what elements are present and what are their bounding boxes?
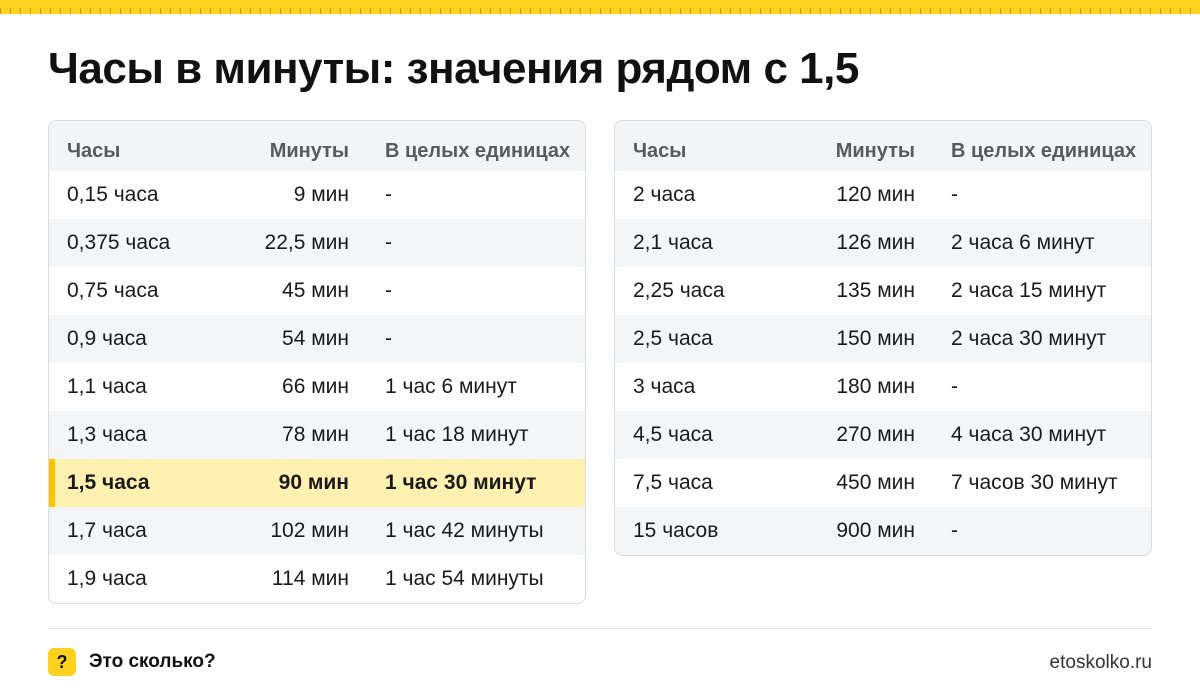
cell-minutes: 150 мин <box>783 315 915 363</box>
cell-hours: 0,375 часа <box>49 219 217 267</box>
table-row: 1,9 часа 114 мин 1 час 54 минуты <box>49 555 585 603</box>
cell-hours: 1,5 часа <box>49 459 217 507</box>
table-row: 7,5 часа 450 мин 7 часов 30 минут <box>615 459 1151 507</box>
cell-whole-units: 1 час 54 минуты <box>385 567 544 590</box>
table-row: 1,3 часа 78 мин 1 час 18 минут <box>49 411 585 459</box>
table-row: 0,75 часа 45 мин - <box>49 267 585 315</box>
table-row: 15 часов 900 мин - <box>615 507 1151 555</box>
table-row: 0,15 часа 9 мин - <box>49 171 585 219</box>
cell-hours: 2,1 часа <box>615 219 783 267</box>
table-row: 1,7 часа 102 мин 1 час 42 минуты <box>49 507 585 555</box>
cell-minutes: 54 мин <box>217 315 349 363</box>
cell-whole-units: 7 часов 30 минут <box>951 471 1118 494</box>
table-row: 2,5 часа 150 мин 2 часа 30 минут <box>615 315 1151 363</box>
table-row: 0,375 часа 22,5 мин - <box>49 219 585 267</box>
header-whole-units: В целых единицах <box>915 121 1151 171</box>
cell-whole-units: 1 час 18 минут <box>349 411 585 459</box>
brand-name: Это сколько? <box>89 651 216 672</box>
table-row: 2,25 часа 135 мин 2 часа 15 минут <box>615 267 1151 315</box>
site-link[interactable]: etoskolko.ru <box>1050 652 1152 674</box>
right-table-panel: Часы Минуты В целых единицах 2 часа 120 м… <box>614 120 1152 556</box>
table-row: 4,5 часа 270 мин 4 часа 30 минут <box>615 411 1151 459</box>
cell-whole-units: 1 час 42 минуты <box>349 507 585 555</box>
cell-hours: 7,5 часа <box>633 471 713 494</box>
header-hours: Часы <box>615 121 783 171</box>
cell-minutes: 66 мин <box>282 375 349 398</box>
cell-minutes: 90 мин <box>217 459 349 507</box>
cell-whole-units: - <box>951 183 958 206</box>
footer-brand[interactable]: ? Это сколько? <box>48 648 216 676</box>
cell-minutes: 22,5 мин <box>217 219 349 267</box>
left-table-panel: Часы Минуты В целых единицах 0,15 часа 9 … <box>48 120 586 604</box>
cell-whole-units: 2 часа 6 минут <box>915 219 1151 267</box>
cell-whole-units: - <box>349 219 585 267</box>
cell-whole-units: - <box>385 279 392 302</box>
table-row: 0,9 часа 54 мин - <box>49 315 585 363</box>
cell-hours: 15 часов <box>615 507 783 555</box>
cell-hours: 1,9 часа <box>67 567 147 590</box>
cell-whole-units: 4 часа 30 минут <box>915 411 1151 459</box>
table-row-highlighted: 1,5 часа 90 мин 1 час 30 минут <box>49 459 585 507</box>
footer-divider <box>48 628 1152 629</box>
cell-minutes: 102 мин <box>217 507 349 555</box>
cell-whole-units: - <box>915 507 1151 555</box>
cell-whole-units: 1 час 30 минут <box>349 459 585 507</box>
cell-minutes: 126 мин <box>783 219 915 267</box>
table-row: 3 часа 180 мин - <box>615 363 1151 411</box>
cell-hours: 4,5 часа <box>615 411 783 459</box>
cell-whole-units: 1 час 6 минут <box>385 375 517 398</box>
ruler-strip <box>0 0 1200 14</box>
cell-whole-units: 2 часа 15 минут <box>951 279 1107 302</box>
left-table-body: 0,15 часа 9 мин -0,375 часа 22,5 мин -0,75 ч… <box>49 171 585 603</box>
cell-hours: 0,75 часа <box>67 279 159 302</box>
cell-hours: 2,25 часа <box>633 279 725 302</box>
cell-minutes: 450 мин <box>836 471 915 494</box>
right-table: Часы Минуты В целых единицах 2 часа 120 м… <box>615 121 1151 555</box>
cell-whole-units: - <box>385 183 392 206</box>
table-header-row: Часы Минуты В целых единицах <box>615 121 1151 171</box>
cell-whole-units: 2 часа 30 минут <box>915 315 1151 363</box>
header-minutes: Минуты <box>783 121 915 171</box>
table-row: 1,1 часа 66 мин 1 час 6 минут <box>49 363 585 411</box>
table-row: 2,1 часа 126 мин 2 часа 6 минут <box>615 219 1151 267</box>
cell-hours: 1,7 часа <box>49 507 217 555</box>
cell-minutes: 120 мин <box>836 183 915 206</box>
cell-minutes: 114 мин <box>271 567 349 590</box>
cell-whole-units: - <box>349 315 585 363</box>
page-title: Часы в минуты: значения рядом с 1,5 <box>48 44 859 93</box>
header-whole-units: В целых единицах <box>349 121 585 171</box>
cell-hours: 2,5 часа <box>615 315 783 363</box>
cell-minutes: 270 мин <box>783 411 915 459</box>
cell-minutes: 78 мин <box>217 411 349 459</box>
cell-hours: 0,9 часа <box>49 315 217 363</box>
header-hours: Часы <box>49 121 217 171</box>
right-table-body: 2 часа 120 мин - 2,1 часа 126 мин 2 часа 6 ми… <box>615 171 1151 555</box>
cell-hours: 2 часа <box>633 183 696 206</box>
cell-hours: 3 часа <box>633 375 696 398</box>
question-icon: ? <box>48 648 76 676</box>
cell-minutes: 900 мин <box>783 507 915 555</box>
cell-minutes: 180 мин <box>836 375 915 398</box>
header-minutes: Минуты <box>217 121 349 171</box>
cell-hours: 1,3 часа <box>49 411 217 459</box>
left-table: Часы Минуты В целых единицах 0,15 часа 9 … <box>49 121 585 603</box>
cell-hours: 1,1 часа <box>67 375 147 398</box>
cell-minutes: 135 мин <box>836 279 915 302</box>
cell-whole-units: - <box>951 375 958 398</box>
cell-hours: 0,15 часа <box>67 183 159 206</box>
cell-minutes: 45 мин <box>282 279 349 302</box>
cell-minutes: 9 мин <box>293 183 349 206</box>
table-row: 2 часа 120 мин - <box>615 171 1151 219</box>
table-header-row: Часы Минуты В целых единицах <box>49 121 585 171</box>
